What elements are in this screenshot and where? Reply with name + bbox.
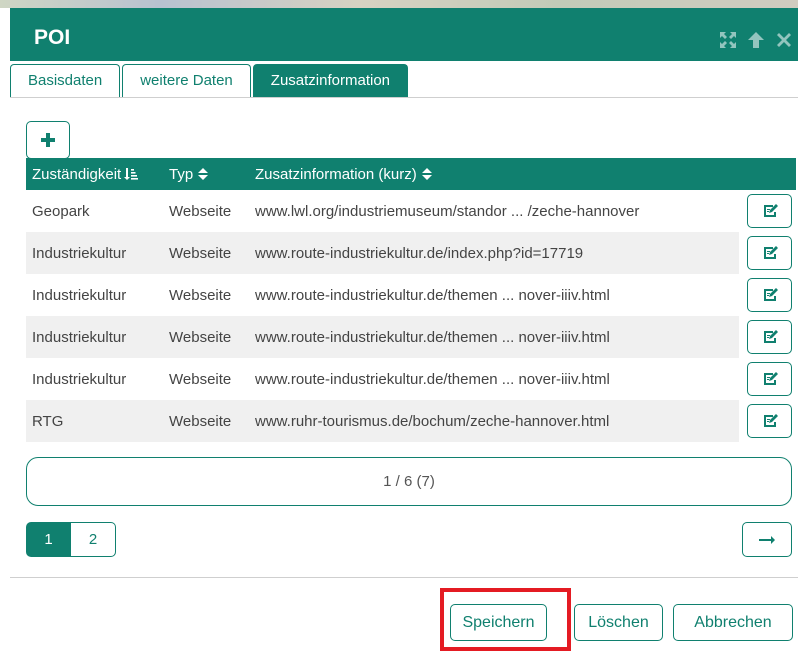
page-button-1[interactable]: 1 [26, 522, 71, 557]
sort-icon [421, 168, 432, 180]
cell-zustaendigkeit: RTG [32, 412, 64, 430]
dialog-title: POI [34, 26, 71, 49]
tab-basisdaten[interactable]: Basisdaten [10, 64, 121, 98]
page-button-2[interactable]: 2 [71, 522, 116, 557]
arrow-up-icon[interactable] [746, 30, 766, 50]
cell-info: www.route-industriekultur.de/themen ... … [255, 370, 610, 388]
pagination-summary-text: 1 / 6 (7) [383, 473, 435, 490]
next-page-button[interactable] [742, 522, 792, 557]
cell-zustaendigkeit: Industriekultur [32, 286, 127, 304]
edit-icon [763, 414, 778, 427]
maximize-icon[interactable] [718, 30, 738, 50]
table-row[interactable]: Industriekultur Webseite www.route-indus… [26, 316, 796, 358]
edit-icon [763, 204, 778, 217]
cell-info: www.route-industriekultur.de/themen ... … [255, 286, 610, 304]
footer-divider [10, 577, 798, 578]
sort-desc-icon [124, 168, 139, 180]
tab-bar: Basisdaten weitere Daten Zusatzinformati… [10, 64, 410, 98]
column-label: Typ [169, 165, 194, 183]
cell-zustaendigkeit: Industriekultur [32, 370, 127, 388]
delete-button[interactable]: Löschen [574, 604, 663, 641]
edit-icon [763, 288, 778, 301]
zusatzinfo-table: Zuständigkeit Typ Zusatzinformation (kur… [26, 158, 796, 442]
cell-zustaendigkeit: Industriekultur [32, 328, 127, 346]
table-row[interactable]: RTG Webseite www.ruhr-tourismus.de/bochu… [26, 400, 796, 442]
save-button[interactable]: Speichern [450, 604, 547, 641]
tab-weitere-daten[interactable]: weitere Daten [122, 64, 251, 98]
dialog-titlebar: POI [10, 8, 798, 61]
column-label: Zuständigkeit [32, 165, 122, 183]
cancel-button[interactable]: Abbrechen [673, 604, 793, 641]
column-header-zusatzinformation[interactable]: Zusatzinformation (kurz) [251, 166, 739, 183]
cell-typ: Webseite [169, 412, 232, 430]
add-button[interactable] [26, 121, 70, 159]
arrow-right-icon [759, 535, 775, 544]
cell-typ: Webseite [169, 328, 232, 346]
tab-divider [10, 97, 798, 98]
page-buttons: 1 2 [26, 522, 116, 557]
edit-button[interactable] [747, 320, 792, 354]
cell-typ: Webseite [169, 370, 232, 388]
column-label: Zusatzinformation (kurz) [255, 165, 417, 183]
edit-button[interactable] [747, 404, 792, 438]
cell-typ: Webseite [169, 244, 232, 262]
cell-info: www.lwl.org/industriemuseum/standor ... … [255, 202, 640, 220]
tab-zusatzinformation[interactable]: Zusatzinformation [252, 64, 408, 98]
edit-button[interactable] [747, 194, 792, 228]
table-row[interactable]: Industriekultur Webseite www.route-indus… [26, 232, 796, 274]
plus-icon [41, 133, 55, 147]
cell-info: www.route-industriekultur.de/index.php?i… [255, 244, 584, 262]
close-icon[interactable] [774, 30, 794, 50]
map-background [0, 0, 798, 8]
edit-icon [763, 246, 778, 259]
cell-zustaendigkeit: Geopark [32, 202, 90, 220]
sort-icon [198, 168, 209, 180]
cell-zustaendigkeit: Industriekultur [32, 244, 127, 262]
edit-icon [763, 330, 778, 343]
table-header: Zuständigkeit Typ Zusatzinformation (kur… [26, 158, 796, 190]
table-row[interactable]: Industriekultur Webseite www.route-indus… [26, 358, 796, 400]
edit-button[interactable] [747, 362, 792, 396]
edit-button[interactable] [747, 236, 792, 270]
column-header-typ[interactable]: Typ [164, 166, 251, 183]
poi-dialog: POI Basisdaten weitere Daten Zusatzinfor… [10, 8, 798, 657]
cell-info: www.route-industriekultur.de/themen ... … [255, 328, 610, 346]
title-icons [718, 30, 794, 50]
cell-typ: Webseite [169, 202, 232, 220]
edit-button[interactable] [747, 278, 792, 312]
pagination-summary: 1 / 6 (7) [26, 457, 792, 506]
table-row[interactable]: Industriekultur Webseite www.route-indus… [26, 274, 796, 316]
cell-typ: Webseite [169, 286, 232, 304]
edit-icon [763, 372, 778, 385]
column-header-zustaendigkeit[interactable]: Zuständigkeit [26, 166, 164, 183]
cell-info: www.ruhr-tourismus.de/bochum/zeche-hanno… [255, 412, 610, 430]
table-row[interactable]: Geopark Webseite www.lwl.org/industriemu… [26, 190, 796, 232]
